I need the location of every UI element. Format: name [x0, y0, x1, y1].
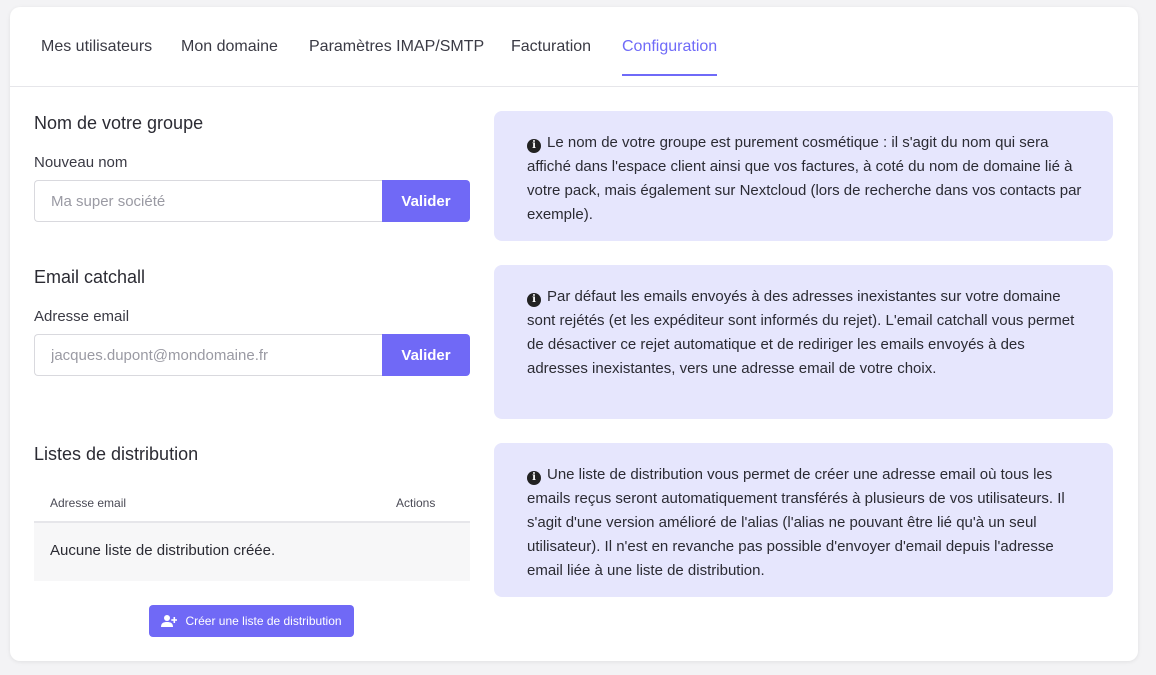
distribution-info-text: Une liste de distribution vous permet de… — [527, 466, 1065, 579]
group-name-label: Nouveau nom — [34, 154, 128, 171]
distribution-info-box: i Une liste de distribution vous permet d… — [494, 443, 1113, 597]
catchall-section-title: Email catchall — [34, 267, 146, 287]
tab-mon-domaine[interactable]: Mon domaine — [181, 38, 278, 78]
distribution-section-title: Listes de distribution — [34, 444, 199, 464]
column-header-actions: Actions — [396, 496, 436, 510]
group-name-submit-button[interactable]: Valider — [382, 180, 470, 222]
create-distribution-list-button[interactable]: Créer une liste de distribution — [149, 605, 354, 637]
catchall-submit-button[interactable]: Valider — [382, 334, 470, 376]
catchall-email-label: Adresse email — [34, 308, 130, 325]
tab-parametres-imap-smtp[interactable]: Paramètres IMAP/SMTP — [309, 38, 484, 78]
group-name-input[interactable] — [34, 180, 382, 222]
settings-card: Mes utilisateurs Mon domaine Paramètres … — [10, 7, 1138, 661]
info-circle-icon: i — [527, 139, 541, 153]
tab-configuration[interactable]: Configuration — [622, 38, 718, 78]
distribution-table: Adresse email Actions Aucune liste de di… — [34, 485, 470, 581]
catchall-email-input[interactable] — [34, 334, 382, 376]
group-section-title: Nom de votre groupe — [34, 113, 204, 133]
group-info-text: Le nom de votre groupe est purement cosm… — [527, 134, 1082, 223]
table-row: Aucune liste de distribution créée. — [34, 523, 470, 581]
user-plus-icon — [161, 615, 178, 627]
distribution-table-header: Adresse email Actions — [34, 485, 470, 523]
info-circle-icon: i — [527, 293, 541, 307]
empty-state-text: Aucune liste de distribution créée. — [50, 542, 276, 559]
info-circle-icon: i — [527, 471, 541, 485]
tab-bar: Mes utilisateurs Mon domaine Paramètres … — [10, 7, 1138, 87]
column-header-email: Adresse email — [50, 496, 127, 510]
tab-facturation[interactable]: Facturation — [511, 38, 591, 78]
group-info-box: i Le nom de votre groupe est purement cos… — [494, 111, 1113, 241]
create-distribution-list-label: Créer une liste de distribution — [185, 614, 342, 628]
catchall-info-box: i Par défaut les emails envoyés à des adr… — [494, 265, 1113, 419]
tab-mes-utilisateurs[interactable]: Mes utilisateurs — [41, 38, 152, 78]
catchall-info-text: Par défaut les emails envoyés à des adre… — [527, 288, 1075, 377]
